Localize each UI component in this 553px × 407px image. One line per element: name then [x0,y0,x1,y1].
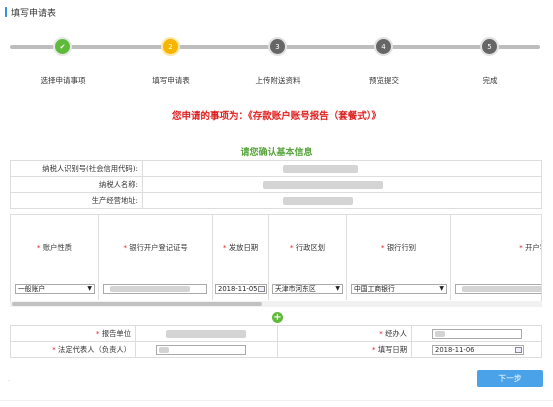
bank-type-select[interactable]: 中国工商银行 ▼ [351,284,447,294]
calendar-icon[interactable] [258,286,265,292]
account-type-select[interactable]: 一般账户 ▼ [15,284,95,294]
column-header: * 银行行别 [380,243,417,252]
district-select[interactable]: 天津市河东区 ▼ [272,284,343,294]
handler-cell [412,326,541,341]
horizontal-scrollbar[interactable] [10,301,542,307]
scrollbar-thumb[interactable] [12,302,262,306]
decorative-dot: · [8,378,10,385]
table-row: 纳税人识别号(社会信用代码): [11,161,541,177]
opening-bank-input[interactable] [455,284,541,294]
redacted-value [283,197,353,205]
step-2-indicator: 2 [161,37,180,56]
next-step-button[interactable]: 下一步 [477,370,543,387]
step-2-label: 填写申请表 [152,76,190,85]
add-row-button[interactable]: + [272,312,283,323]
application-form-page: 填写申请表 ✔ 2 3 4 5 选择申请事项 填写申请表 上传附送资料 预览提交… [0,0,553,407]
registration-no-input[interactable] [103,284,207,294]
calendar-icon[interactable] [515,347,522,353]
legal-rep-input[interactable] [156,345,246,355]
redacted-value [462,286,541,292]
chevron-down-icon: ▼ [439,285,444,292]
basic-info-table: 纳税人识别号(社会信用代码): 纳税人名称: 生产经营地址: [10,160,542,209]
bank-account-grid: * 账户性质 一般账户 ▼ * 银行开户登记证号 * 发放日期 2018-11-0… [10,214,542,307]
table-row: 生产经营地址: [11,193,541,209]
section-title: 请您确认基本信息 [240,148,313,158]
address-value [143,193,541,208]
handler-label: * 经办人 [278,326,412,341]
table-row: * 法定代表人（负责人） * 填写日期 2018-11-06 [11,342,541,358]
column-header: * 行政区划 [289,243,326,252]
selected-item-notice: 您申请的事项为：《存款账户账号报告（套餐式）》 [171,111,381,122]
step-3-indicator: 3 [268,37,287,56]
redacted-value [435,331,445,337]
column-account-type: * 账户性质 一般账户 ▼ [11,215,99,300]
column-registration-no: * 银行开户登记证号 [99,215,213,300]
redacted-value [166,330,246,338]
column-header: * 开户银 [519,243,541,252]
legal-rep-cell [136,342,278,357]
column-header: * 发放日期 [222,243,259,252]
report-unit-label: * 报告单位 [11,326,136,341]
fill-date-input[interactable]: 2018-11-06 [432,345,524,355]
tax-id-label: 纳税人识别号(社会信用代码): [11,161,143,176]
column-header: * 银行开户登记证号 [123,243,188,252]
redacted-value [263,181,383,189]
tax-id-value [143,161,541,176]
taxpayer-name-value [143,177,541,192]
step-4-label: 预览提交 [369,76,399,85]
page-title: 填写申请表 [11,8,57,19]
table-row: * 报告单位 * 经办人 [11,326,541,342]
chevron-down-icon: ▼ [87,285,92,292]
step-1-check-icon: ✔ [53,37,72,56]
step-4-indicator: 4 [374,37,393,56]
handler-input[interactable] [432,329,522,339]
fill-date-label: * 填写日期 [278,342,412,357]
step-5-indicator: 5 [480,37,499,56]
column-opening-bank: * 开户银 [451,215,541,300]
header-accent-bar [5,7,7,17]
column-issue-date: * 发放日期 2018-11-05 [213,215,269,300]
chevron-down-icon: ▼ [335,285,340,292]
legal-rep-label: * 法定代表人（负责人） [11,342,136,357]
column-header: * 账户性质 [36,243,73,252]
table-row: 纳税人名称: [11,177,541,193]
fill-date-cell: 2018-11-06 [412,342,541,357]
step-3-label: 上传附送资料 [255,76,301,85]
column-district: * 行政区划 天津市河东区 ▼ [269,215,347,300]
redacted-value [283,165,358,173]
redacted-value [110,286,190,292]
page-header: 填写申请表 [5,6,57,19]
step-5-label: 完成 [482,76,498,85]
report-info-table: * 报告单位 * 经办人 * 法定代表人（负责人） * 填写日期 2018-11… [10,325,542,358]
issue-date-input[interactable]: 2018-11-05 [215,284,267,294]
redacted-value [159,347,169,353]
column-bank-type: * 银行行别 中国工商银行 ▼ [347,215,451,300]
taxpayer-name-label: 纳税人名称: [11,177,143,192]
address-label: 生产经营地址: [11,193,143,208]
footer-divider [0,400,553,401]
report-unit-value [136,326,278,341]
step-1-label: 选择申请事项 [40,76,86,85]
